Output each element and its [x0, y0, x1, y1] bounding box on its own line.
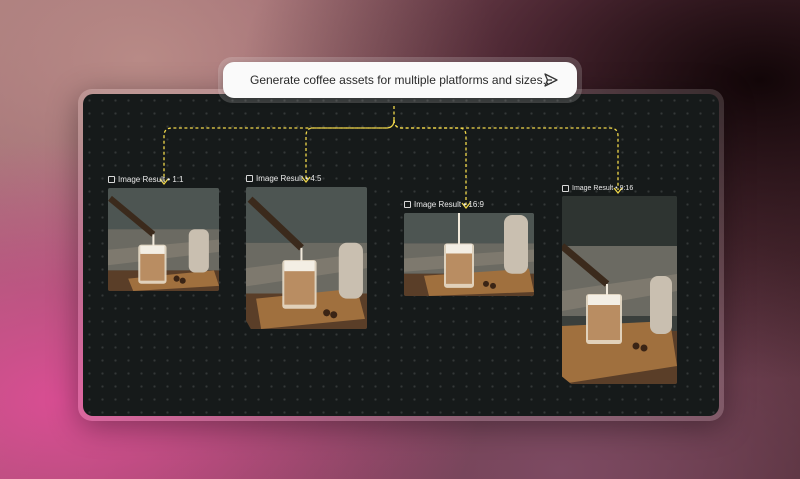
prompt-input[interactable]: Generate coffee assets for multiple plat… — [250, 62, 553, 98]
result-label-4-5: Image Result • 4:5 — [246, 174, 322, 183]
result-label-text: Image Result • 1:1 — [118, 175, 184, 184]
result-label-text: Image Result • 16:9 — [414, 200, 484, 209]
send-icon[interactable] — [543, 72, 559, 88]
image-icon — [404, 201, 411, 208]
result-image-4-5[interactable] — [246, 187, 367, 329]
result-label-text: Image Result • 4:5 — [256, 174, 322, 183]
prompt-bar[interactable]: Generate coffee assets for multiple plat… — [223, 62, 577, 98]
result-image-1-1[interactable] — [108, 188, 219, 291]
image-icon — [108, 176, 115, 183]
image-icon — [562, 185, 569, 192]
result-image-16-9[interactable] — [404, 213, 534, 296]
result-label-16-9: Image Result • 16:9 — [404, 200, 484, 209]
result-label-9-16: Image Result • 9:16 — [562, 185, 633, 192]
image-icon — [246, 175, 253, 182]
result-label-1-1: Image Result • 1:1 — [108, 175, 184, 184]
result-image-9-16[interactable] — [562, 196, 677, 384]
result-label-text: Image Result • 9:16 — [572, 185, 634, 192]
